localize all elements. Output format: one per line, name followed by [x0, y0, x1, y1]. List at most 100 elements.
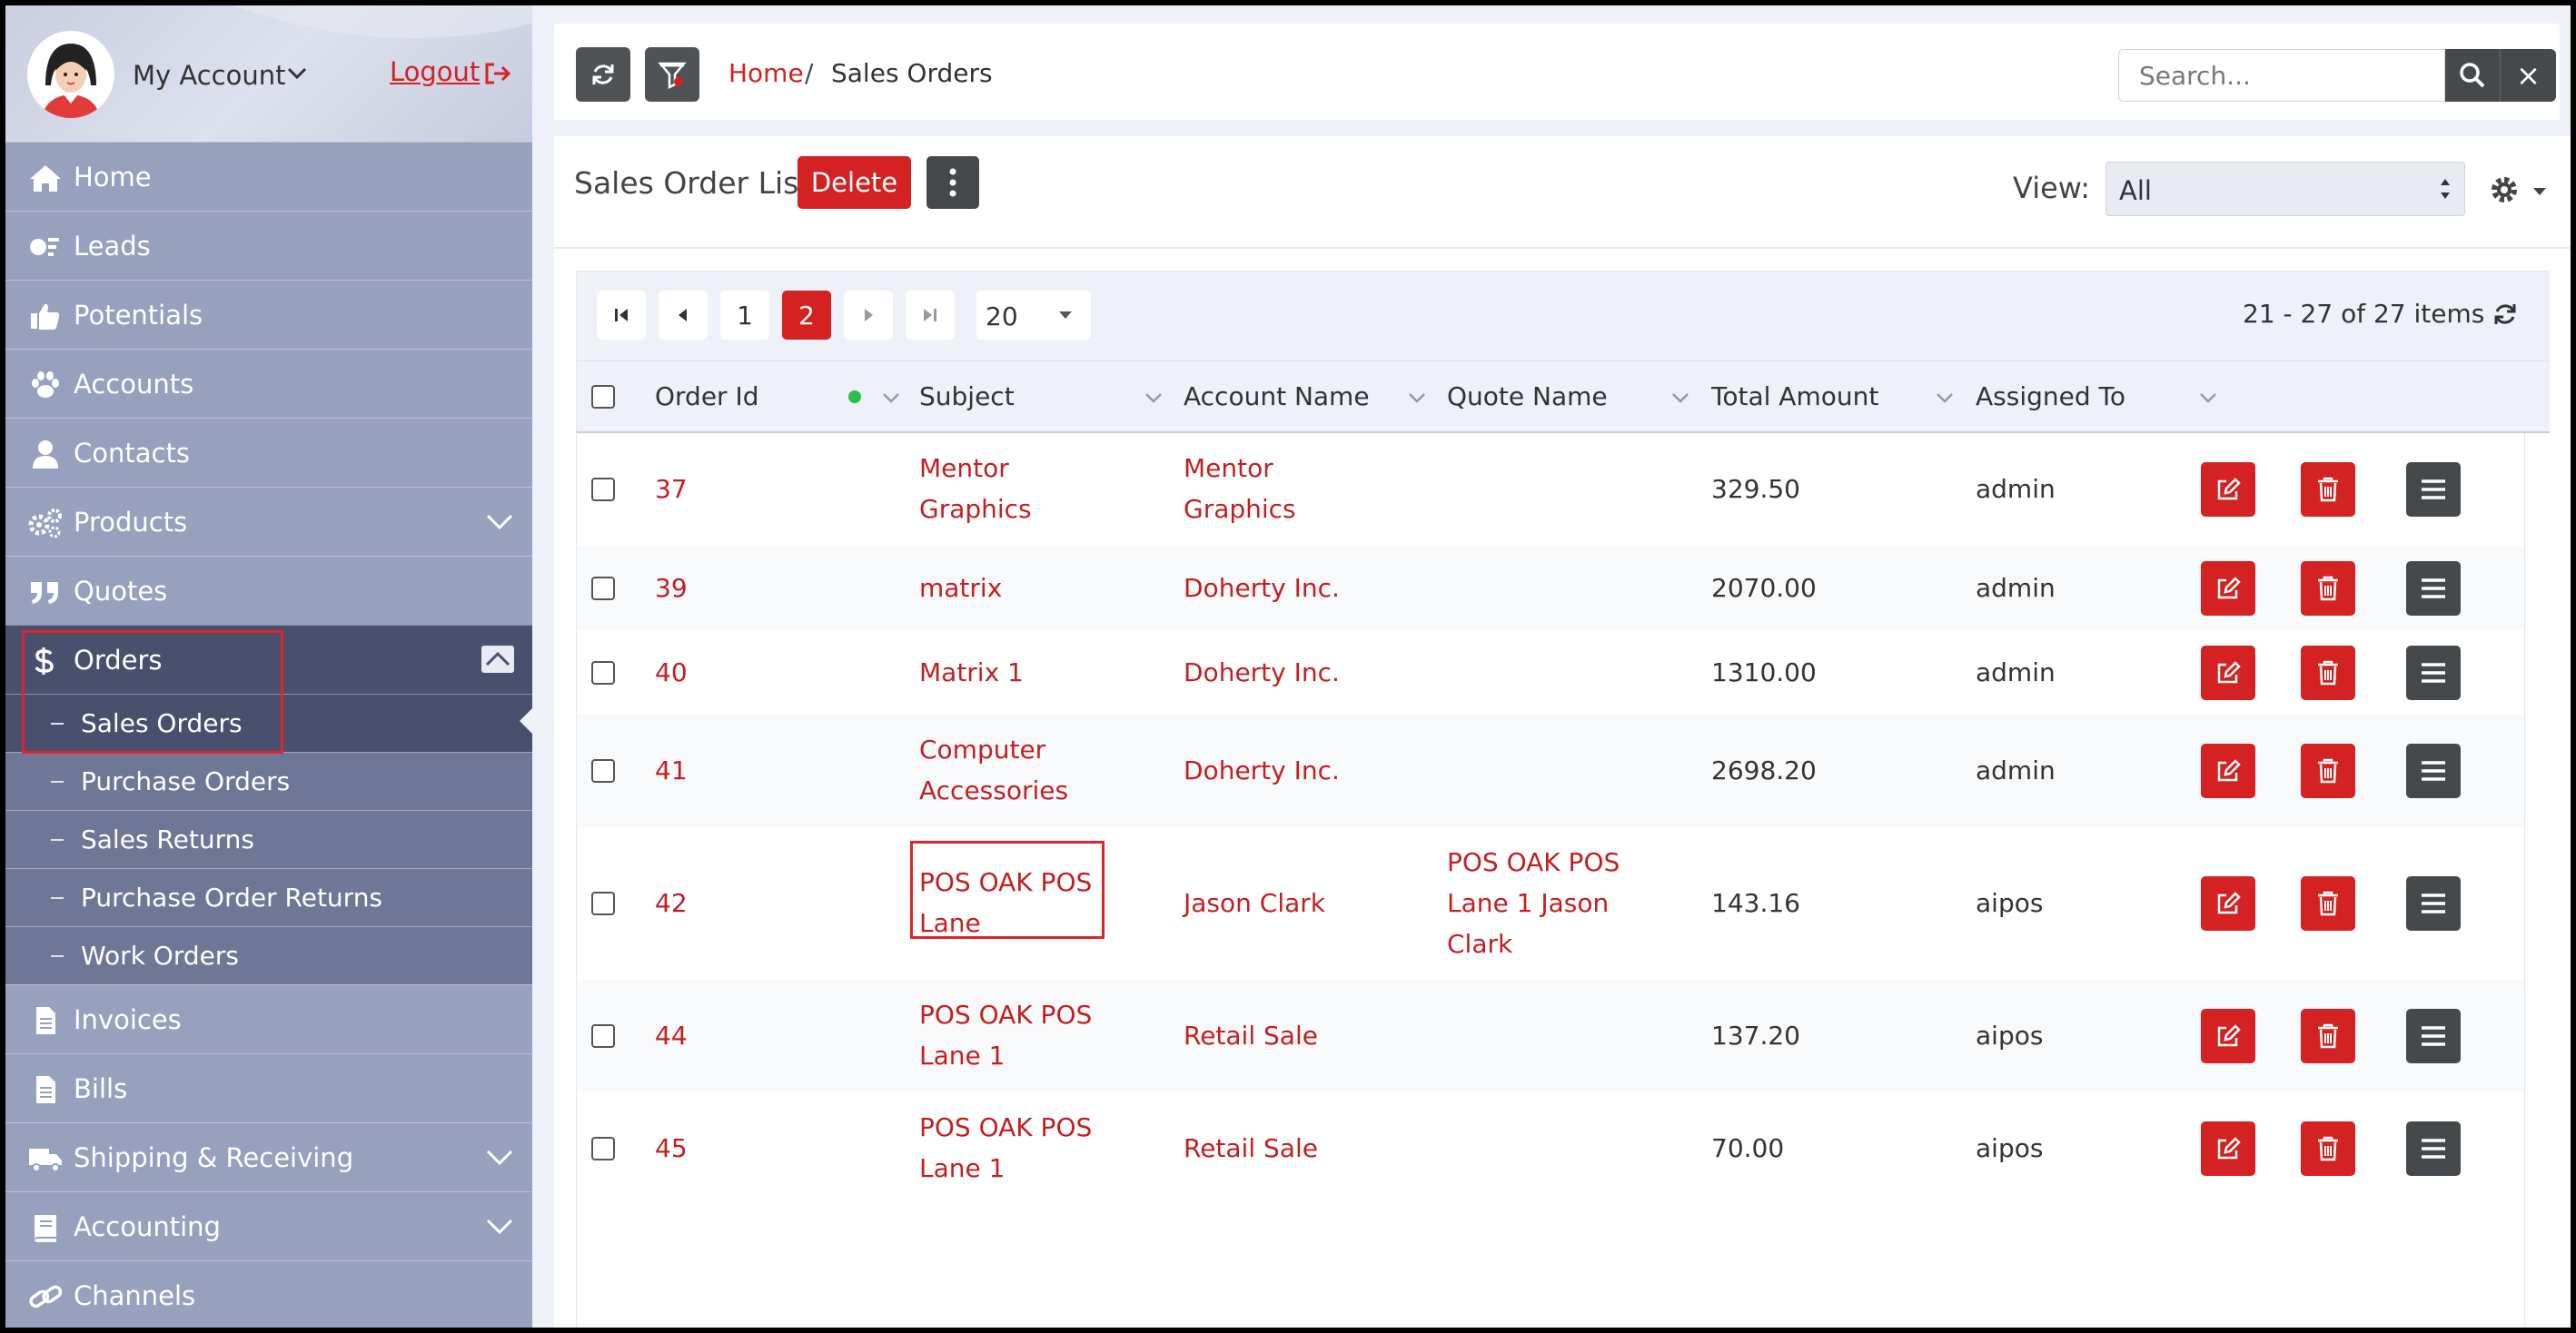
- logout-icon[interactable]: [483, 62, 512, 85]
- sidebar-item-home[interactable]: Home: [5, 142, 532, 211]
- row-menu-button[interactable]: [2406, 561, 2461, 616]
- page-size-select[interactable]: 20: [976, 291, 1091, 340]
- row-menu-button[interactable]: [2406, 1121, 2461, 1176]
- row-checkbox[interactable]: [591, 892, 615, 915]
- edit-button[interactable]: [2201, 1009, 2255, 1063]
- sidebar-item-products[interactable]: Products: [5, 487, 532, 556]
- subject-link[interactable]: Matrix 1: [919, 652, 1024, 693]
- refresh-button[interactable]: [576, 47, 630, 102]
- row-menu-button[interactable]: [2406, 646, 2461, 700]
- quote-link[interactable]: Lane 1 Jason: [1447, 883, 1609, 923]
- account-link[interactable]: Mentor: [1184, 448, 1273, 489]
- row-checkbox[interactable]: [591, 1024, 615, 1048]
- account-link[interactable]: Doherty Inc.: [1184, 652, 1340, 693]
- search-input[interactable]: [2118, 49, 2445, 102]
- column-menu-icon[interactable]: [1671, 392, 1689, 403]
- delete-row-button[interactable]: [2301, 1009, 2355, 1063]
- subject-link[interactable]: POS OAK POS: [919, 1107, 1092, 1148]
- subject-link[interactable]: Mentor: [919, 448, 1009, 489]
- delete-row-button[interactable]: [2301, 561, 2355, 616]
- row-menu-button[interactable]: [2406, 744, 2461, 798]
- subject-link[interactable]: POS OAK POS: [919, 862, 1092, 903]
- row-checkbox[interactable]: [591, 478, 615, 501]
- edit-button[interactable]: [2201, 744, 2255, 798]
- delete-row-button[interactable]: [2301, 462, 2355, 517]
- gear-icon[interactable]: [2489, 174, 2520, 205]
- sidebar-item-contacts[interactable]: Contacts: [5, 418, 532, 487]
- edit-button[interactable]: [2201, 462, 2255, 517]
- subject-link[interactable]: Lane 1: [919, 1035, 1005, 1076]
- chevron-down-icon[interactable]: [485, 513, 514, 531]
- table-row[interactable]: 40 Matrix 1 Doherty Inc. 1310.00 admin: [577, 630, 2524, 715]
- sidebar-item-accounting[interactable]: Accounting: [5, 1191, 532, 1260]
- column-header-assigned-to[interactable]: Assigned To: [1976, 381, 2125, 411]
- order-id-link[interactable]: 45: [655, 1128, 688, 1169]
- subject-link[interactable]: Lane 1: [919, 1148, 1005, 1189]
- account-link[interactable]: Retail Sale: [1184, 1015, 1318, 1056]
- table-row[interactable]: 39 matrix Doherty Inc. 2070.00 admin: [577, 546, 2524, 630]
- row-checkbox[interactable]: [591, 1137, 615, 1160]
- caret-down-icon[interactable]: [2532, 187, 2547, 196]
- sidebar-item-channels[interactable]: Channels: [5, 1260, 532, 1328]
- order-id-link[interactable]: 37: [655, 469, 688, 509]
- edit-button[interactable]: [2201, 646, 2255, 700]
- account-link[interactable]: Doherty Inc.: [1184, 568, 1340, 608]
- table-row[interactable]: 42 POS OAK POS Lane Jason Clark POS OAK …: [577, 827, 2524, 980]
- column-header-account-name[interactable]: Account Name: [1184, 381, 1370, 411]
- column-menu-icon[interactable]: [882, 392, 900, 403]
- search-button[interactable]: [2445, 49, 2500, 102]
- view-select[interactable]: All: [2105, 162, 2465, 216]
- quote-link[interactable]: Clark: [1447, 923, 1512, 964]
- column-header-subject[interactable]: Subject: [919, 381, 1015, 411]
- chevron-down-icon[interactable]: [287, 67, 307, 80]
- subject-link[interactable]: Graphics: [919, 489, 1032, 529]
- avatar[interactable]: [27, 31, 114, 118]
- subject-link[interactable]: POS OAK POS: [919, 994, 1092, 1035]
- order-id-link[interactable]: 40: [655, 652, 688, 693]
- chevron-down-icon[interactable]: [485, 1218, 514, 1236]
- subject-link[interactable]: Computer: [919, 729, 1045, 770]
- sidebar-item-quotes[interactable]: Quotes: [5, 556, 532, 625]
- table-row[interactable]: 44 POS OAK POS Lane 1 Retail Sale 137.20…: [577, 980, 2524, 1092]
- next-page-button[interactable]: [844, 291, 893, 340]
- account-name[interactable]: My Account: [133, 60, 286, 91]
- page-1-button[interactable]: 1: [720, 291, 769, 340]
- clear-search-button[interactable]: ×: [2500, 49, 2556, 102]
- breadcrumb-home[interactable]: Home: [728, 58, 804, 88]
- order-id-link[interactable]: 44: [655, 1015, 688, 1056]
- more-actions-button[interactable]: [926, 156, 979, 209]
- delete-row-button[interactable]: [2301, 744, 2355, 798]
- row-menu-button[interactable]: [2406, 462, 2461, 517]
- sidebar-item-potentials[interactable]: Potentials: [5, 280, 532, 349]
- order-id-link[interactable]: 39: [655, 568, 688, 608]
- edit-button[interactable]: [2201, 1121, 2255, 1176]
- grid-scrollbar[interactable]: [2524, 433, 2550, 1328]
- account-link[interactable]: Jason Clark: [1184, 883, 1325, 923]
- column-menu-icon[interactable]: [1408, 392, 1426, 403]
- select-all-checkbox[interactable]: [591, 385, 615, 409]
- table-row[interactable]: 45 POS OAK POS Lane 1 Retail Sale 70.00 …: [577, 1092, 2524, 1205]
- subject-link[interactable]: Accessories: [919, 770, 1068, 811]
- chevron-up-icon[interactable]: [481, 646, 514, 673]
- row-menu-button[interactable]: [2406, 1009, 2461, 1063]
- sidebar-subitem-purchase-order-returns[interactable]: Purchase Order Returns: [5, 868, 532, 926]
- row-checkbox[interactable]: [591, 759, 615, 783]
- row-menu-button[interactable]: [2406, 876, 2461, 931]
- table-row[interactable]: 37 Mentor Graphics Mentor Graphics 329.5…: [577, 433, 2524, 546]
- order-id-link[interactable]: 41: [655, 750, 688, 791]
- sidebar-item-leads[interactable]: Leads: [5, 211, 532, 280]
- sidebar-item-invoices[interactable]: Invoices: [5, 984, 532, 1053]
- sidebar-subitem-work-orders[interactable]: Work Orders: [5, 926, 532, 984]
- chevron-down-icon[interactable]: [485, 1149, 514, 1167]
- edit-button[interactable]: [2201, 876, 2255, 931]
- prev-page-button[interactable]: [659, 291, 708, 340]
- sidebar-subitem-sales-orders[interactable]: Sales Orders: [5, 694, 532, 752]
- sidebar-subitem-sales-returns[interactable]: Sales Returns: [5, 810, 532, 868]
- logout-link[interactable]: Logout: [390, 56, 480, 87]
- column-header-quote-name[interactable]: Quote Name: [1447, 381, 1608, 411]
- sidebar-item-orders[interactable]: Orders: [5, 625, 532, 694]
- column-header-order-id[interactable]: Order Id: [655, 381, 759, 411]
- table-row[interactable]: 41 Computer Accessories Doherty Inc. 269…: [577, 715, 2524, 827]
- account-link[interactable]: Retail Sale: [1184, 1128, 1318, 1169]
- subject-link[interactable]: Lane: [919, 903, 981, 943]
